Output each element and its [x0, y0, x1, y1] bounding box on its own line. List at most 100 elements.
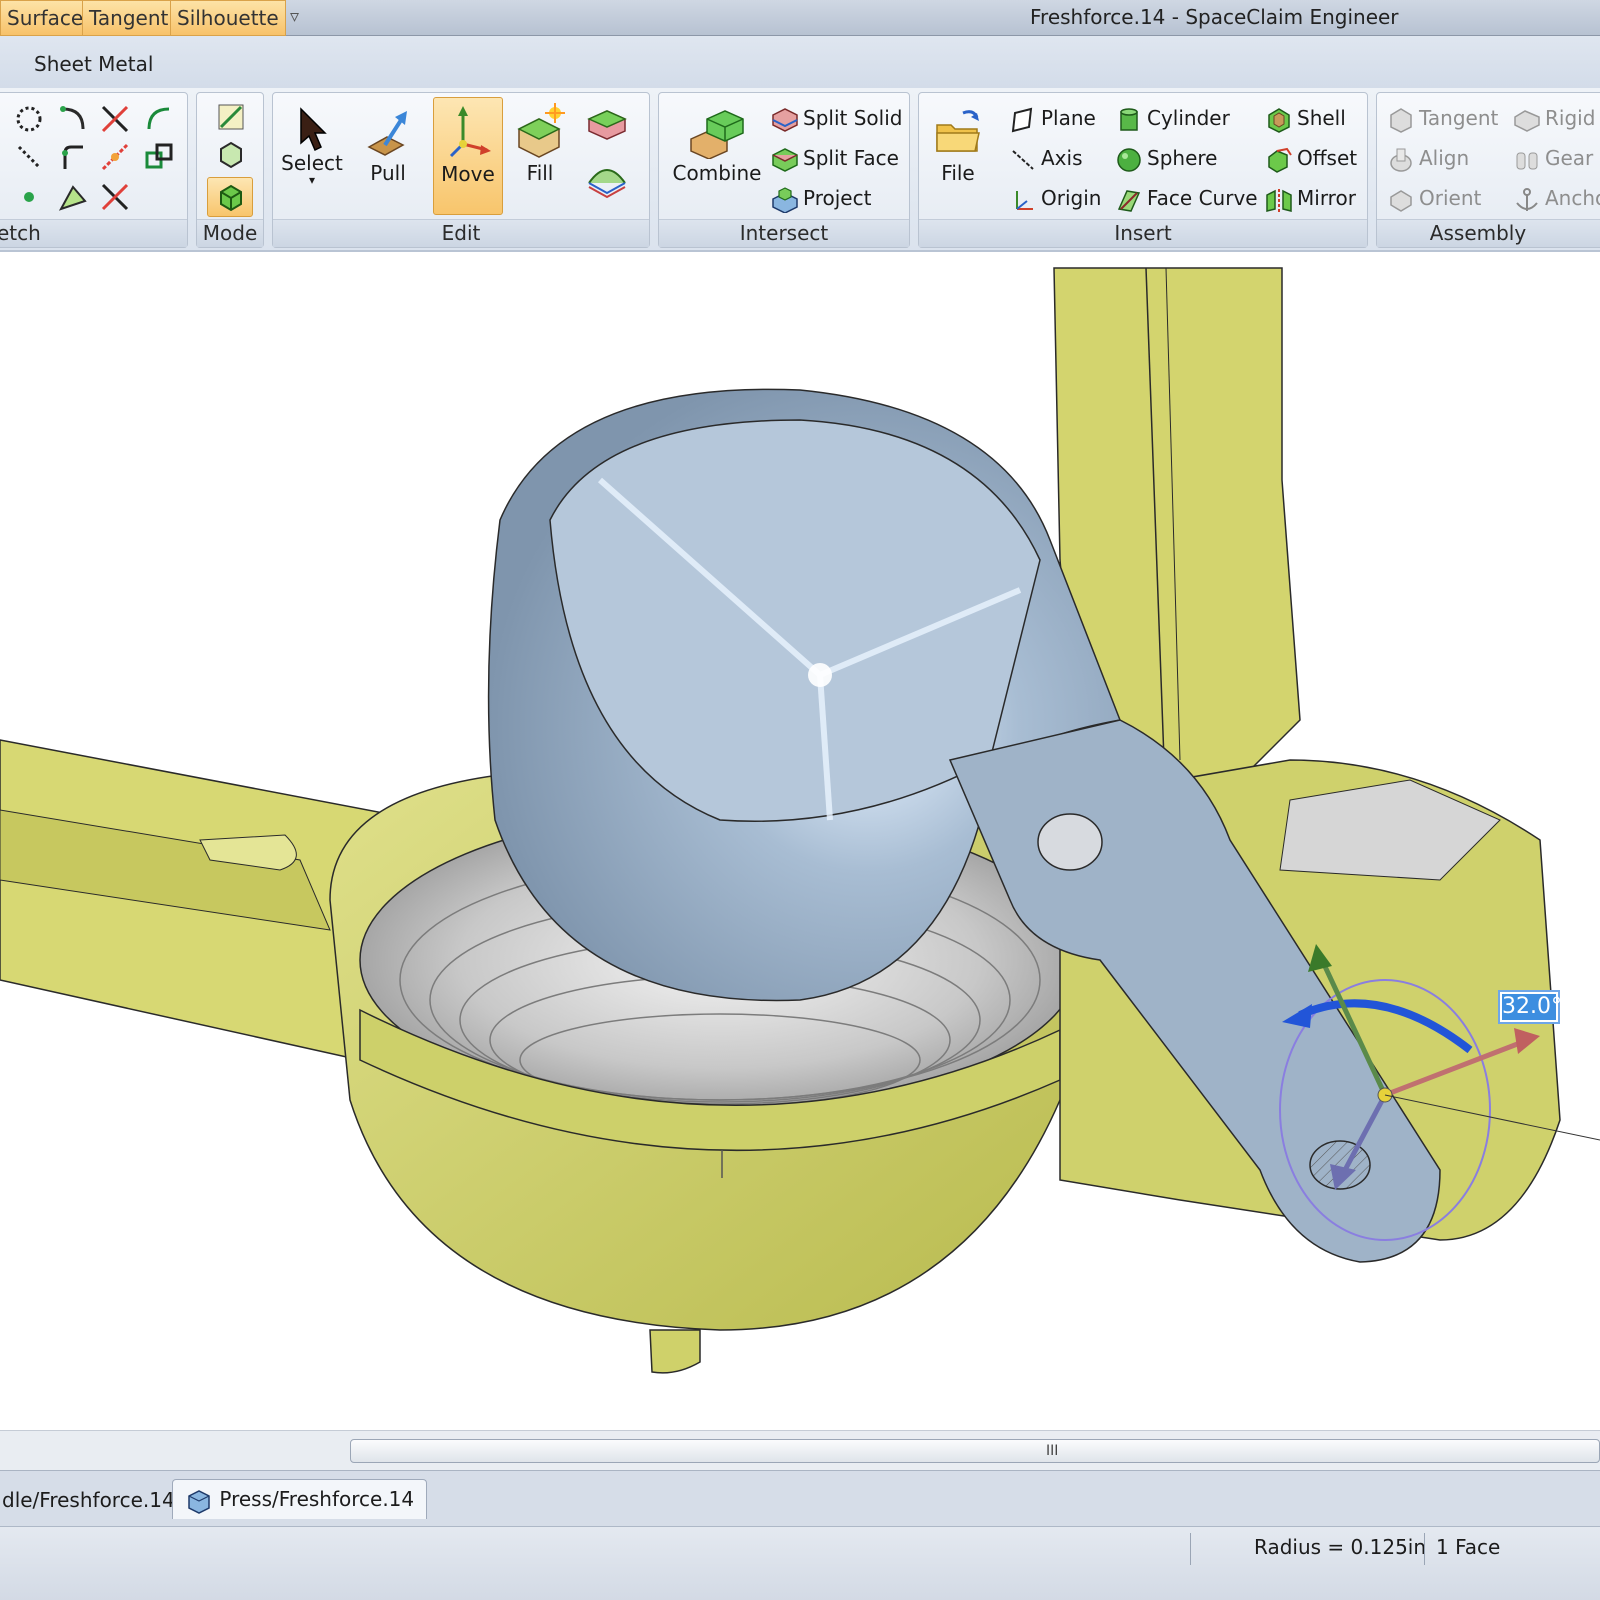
select-dropdown-icon[interactable]: ▾ — [277, 174, 347, 186]
offset-button[interactable]: Offset — [1265, 141, 1357, 175]
window-title: Freshforce.14 - SpaceClaim Engineer — [1030, 5, 1399, 29]
shell-icon — [1268, 107, 1290, 133]
split-face-button[interactable]: Split Face — [771, 141, 899, 175]
origin-icon — [1016, 190, 1033, 210]
tangent-assembly-button[interactable]: Tangent — [1387, 101, 1498, 135]
edit-group-label: Edit — [273, 219, 649, 247]
sphere-button[interactable]: Sphere — [1115, 141, 1217, 175]
copy-sketch-icon[interactable] — [143, 141, 175, 173]
intersect-sketch-icon[interactable] — [99, 181, 131, 213]
status-bar: Radius = 0.125in 1 Face — [0, 1526, 1600, 1600]
align-icon — [1390, 148, 1412, 172]
face-curve-icon — [1117, 189, 1141, 212]
align-button[interactable]: Align — [1387, 141, 1469, 175]
scrollbar-thumb[interactable]: III — [350, 1439, 1600, 1463]
corner-sketch-icon[interactable] — [57, 141, 89, 173]
face-curve-button[interactable]: Face Curve — [1115, 181, 1258, 215]
project-button[interactable]: Project — [771, 181, 871, 215]
mirror-button[interactable]: Mirror — [1265, 181, 1356, 215]
assembly-group: Tangent Align Orient Rigid Gear Ancho As… — [1376, 92, 1600, 248]
spout[interactable] — [649, 1329, 701, 1374]
project-icon — [772, 186, 798, 213]
scroll-grip-icon: III — [1046, 1443, 1059, 1459]
fill-button[interactable]: Fill — [505, 97, 575, 215]
gear-icon — [1516, 152, 1538, 169]
3d-viewport[interactable]: 32.0° — [0, 258, 1600, 1430]
selection-count: 1 Face — [1436, 1535, 1501, 1559]
orient-button[interactable]: Orient — [1387, 181, 1481, 215]
ribbon-tab-row: Sheet Metal — [0, 36, 1600, 88]
gear-button[interactable]: Gear — [1513, 141, 1593, 175]
angle-value[interactable]: 32.0° — [1502, 994, 1562, 1020]
combine-button[interactable]: Combine — [665, 97, 769, 215]
assembly-group-label: Assembly — [1377, 219, 1600, 247]
origin-button[interactable]: Origin — [1009, 181, 1101, 215]
sketch-mode-icon[interactable] — [215, 101, 247, 133]
combine-icon — [690, 110, 744, 159]
file-button[interactable]: File — [923, 97, 993, 215]
sphere-icon — [1117, 147, 1141, 172]
fill-icon — [517, 103, 565, 158]
curve-sketch-icon[interactable] — [143, 103, 175, 135]
model-scene[interactable] — [0, 258, 1600, 1430]
tab-sheet-metal[interactable]: Sheet Metal — [34, 52, 153, 76]
insert-group: File Plane Axis Origin Cylinder Sphere F… — [918, 92, 1368, 248]
trim-icon[interactable] — [99, 103, 131, 135]
insert-group-label: Insert — [919, 219, 1367, 247]
anchor-icon — [1516, 187, 1538, 211]
line-sketch-icon[interactable] — [13, 141, 45, 173]
rigid-button[interactable]: Rigid — [1513, 101, 1595, 135]
anchor-button[interactable]: Ancho — [1513, 181, 1600, 215]
radius-readout: Radius = 0.125in — [1254, 1535, 1427, 1559]
move-axes-icon — [449, 106, 491, 158]
tangent-icon — [1390, 107, 1412, 133]
point-sketch-icon[interactable] — [13, 181, 45, 213]
edit-group: Select ▾ Pull Move Fill Edit — [272, 92, 650, 248]
silhouette-toggle[interactable]: Silhouette — [170, 0, 286, 36]
status-separator — [1424, 1533, 1425, 1565]
offset-icon — [1268, 147, 1292, 173]
mirror-icon — [1266, 188, 1292, 213]
angle-input[interactable]: 32.0° — [1498, 990, 1562, 1024]
rigid-icon — [1514, 109, 1540, 132]
folder-icon — [936, 110, 980, 152]
sketch-group: etch — [0, 92, 188, 248]
pull-button[interactable]: Pull — [353, 97, 423, 215]
replace-icon[interactable] — [585, 103, 629, 143]
document-icon — [188, 1489, 210, 1514]
surface-toggle[interactable]: Surface — [0, 0, 91, 36]
cylinder-button[interactable]: Cylinder — [1115, 101, 1230, 135]
intersect-group-label: Intersect — [659, 219, 909, 247]
tangent-toggle[interactable]: Tangent — [82, 0, 176, 36]
axis-icon — [1012, 149, 1034, 170]
3d-mode-button[interactable] — [207, 177, 253, 217]
horizontal-scrollbar[interactable]: III — [0, 1430, 1600, 1470]
cylinder-icon — [1120, 107, 1138, 131]
split-solid-button[interactable]: Split Solid — [771, 101, 902, 135]
sketch-group-label: etch — [0, 219, 187, 247]
plane-button[interactable]: Plane — [1009, 101, 1096, 135]
split-face-icon — [772, 147, 798, 172]
pull-icon — [367, 111, 407, 156]
status-separator — [1190, 1533, 1191, 1565]
select-button[interactable]: Select ▾ — [277, 97, 347, 215]
move-button[interactable]: Move — [433, 97, 503, 215]
arc-sketch-icon[interactable] — [57, 103, 89, 135]
document-tabs: dle/Freshforce.14 Press/Freshforce.14 — [0, 1470, 1600, 1526]
section-mode-icon[interactable] — [215, 139, 247, 171]
axis-button[interactable]: Axis — [1009, 141, 1083, 175]
mode-group: Mode — [196, 92, 264, 248]
circle-sketch-icon[interactable] — [13, 103, 45, 135]
mode-group-label: Mode — [197, 219, 263, 247]
shell-button[interactable]: Shell — [1265, 101, 1346, 135]
blend-icon[interactable] — [585, 157, 629, 201]
split-line-icon[interactable] — [99, 141, 131, 173]
doc-tab-handle[interactable]: dle/Freshforce.14 — [0, 1481, 187, 1521]
orient-icon — [1390, 189, 1412, 212]
doc-tab-press[interactable]: Press/Freshforce.14 — [172, 1479, 428, 1519]
title-bar: Surface Tangent Silhouette ▿ Freshforce.… — [0, 0, 1600, 36]
offset-sketch-icon[interactable] — [57, 181, 89, 213]
arm-hole — [1037, 813, 1103, 871]
quick-access-more-icon[interactable]: ▿ — [290, 0, 299, 36]
cup-highlight-center — [808, 663, 832, 687]
